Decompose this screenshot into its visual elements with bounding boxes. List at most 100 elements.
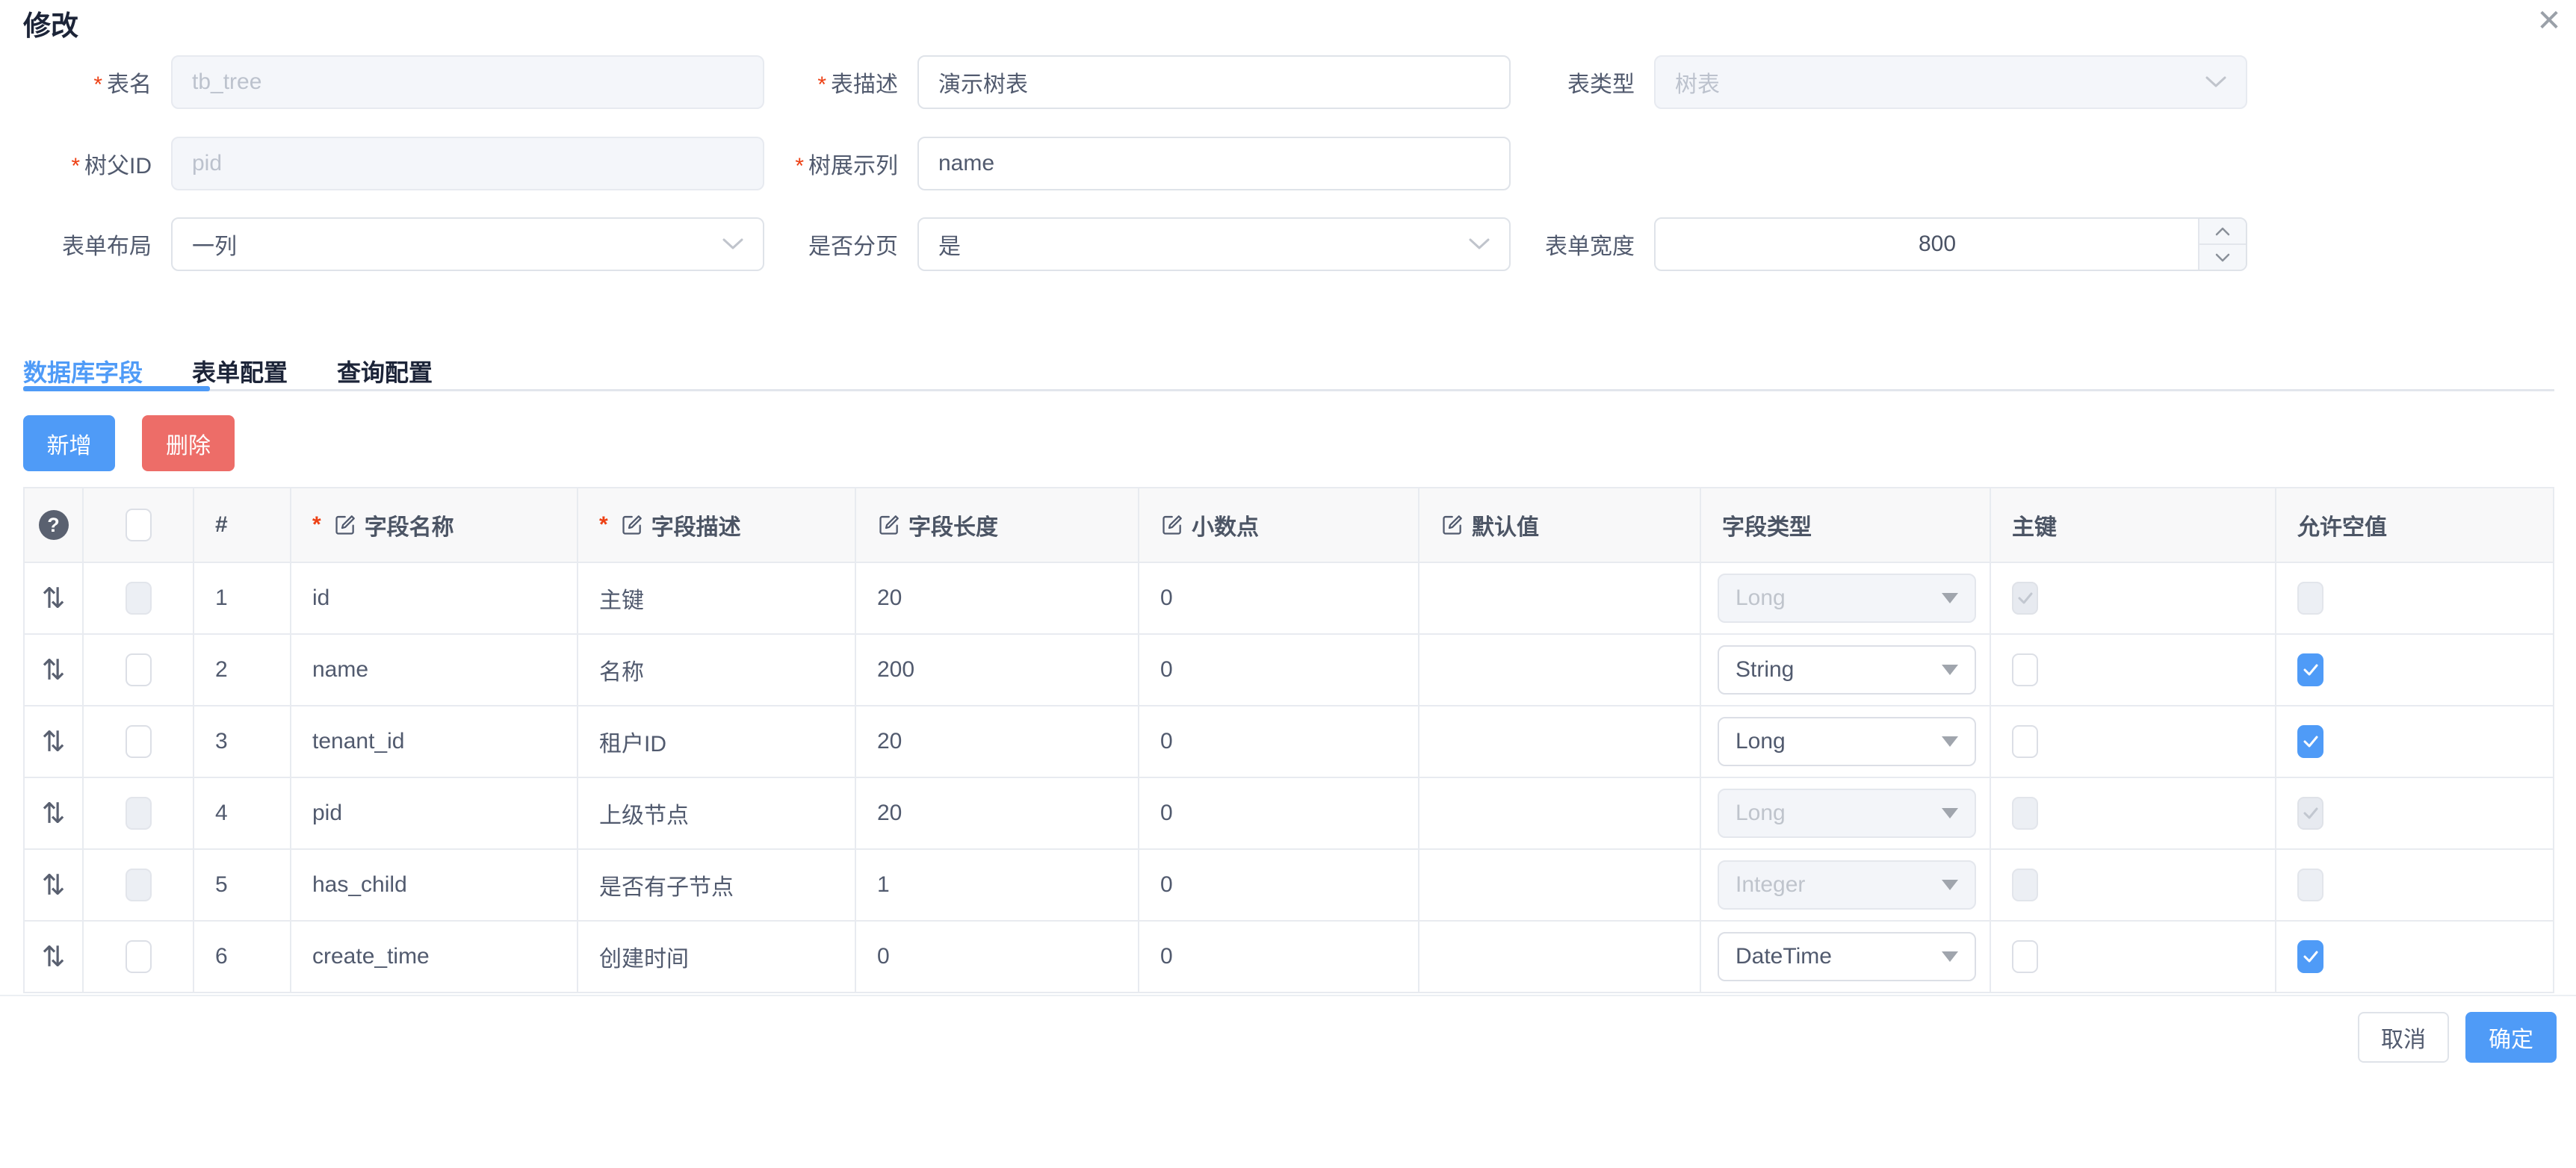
is-paged-select[interactable]: 是 [917,217,1511,271]
primary-key-checkbox [2012,797,2038,830]
cell-decimal-point[interactable]: 0 [1139,922,1419,992]
tab-form-config[interactable]: 表单配置 [192,354,288,388]
tab-database-fields[interactable]: 数据库字段 [23,354,143,388]
row-select-checkbox[interactable] [126,653,152,686]
dialog-title: 修改 [23,3,78,43]
allow-null-checkbox[interactable] [2297,725,2323,758]
required-asterisk: * [795,154,804,178]
cell-decimal-point[interactable]: 0 [1139,778,1419,848]
row-select-checkbox[interactable] [126,940,152,973]
cell-decimal-point[interactable]: 0 [1139,706,1419,777]
cell-field-name[interactable]: id [291,563,578,633]
cell-field-name[interactable]: has_child [291,850,578,920]
delete-button[interactable]: 删除 [142,415,235,471]
tab-bar: 数据库字段 表单配置 查询配置 [23,354,433,388]
tree-parent-label: *树父ID [23,147,152,180]
form-width-label: 表单宽度 [1502,228,1635,261]
table-desc-input[interactable] [917,55,1511,109]
active-tab-indicator [23,386,210,391]
field-type-select[interactable]: String [1718,645,1976,695]
field-type-value: Long [1736,585,1786,611]
cell-default-value[interactable] [1419,706,1701,777]
drag-sort-icon[interactable]: ⇅ [42,582,66,615]
primary-key-checkbox[interactable] [2012,653,2038,686]
tree-display-label: *树展示列 [765,147,898,180]
select-all-checkbox[interactable] [126,509,152,541]
add-button[interactable]: 新增 [23,415,115,471]
drag-sort-icon[interactable]: ⇅ [42,869,66,901]
chevron-down-icon [2205,76,2226,88]
cell-decimal-point[interactable]: 0 [1139,635,1419,705]
tree-display-input[interactable] [917,137,1511,190]
close-icon[interactable]: ✕ [2528,0,2570,42]
allow-null-checkbox[interactable] [2297,653,2323,686]
cell-field-desc[interactable]: 上级节点 [578,778,856,848]
stepper-down-button[interactable] [2199,245,2246,270]
cell-field-name[interactable]: name [291,635,578,705]
row-select-checkbox [126,797,152,830]
table-name-input [171,55,764,109]
cell-default-value[interactable] [1419,563,1701,633]
cell-default-value[interactable] [1419,635,1701,705]
cell-field-name[interactable]: create_time [291,922,578,992]
drag-sort-icon[interactable]: ⇅ [42,940,66,973]
table-desc-input-field[interactable] [938,69,1490,95]
row-index: 2 [194,635,291,705]
allow-null-checkbox[interactable] [2297,940,2323,973]
required-asterisk: * [93,72,102,97]
cell-field-desc[interactable]: 名称 [578,635,856,705]
field-type-value: String [1736,657,1794,683]
primary-key-checkbox[interactable] [2012,725,2038,758]
drag-sort-icon[interactable]: ⇅ [42,797,66,830]
cell-decimal-point[interactable]: 0 [1139,563,1419,633]
tree-parent-input [171,137,764,190]
dropdown-arrow-icon [1942,665,1958,675]
cell-field-desc[interactable]: 主键 [578,563,856,633]
table-desc-label: *表描述 [765,66,898,99]
form-item-tree-parent: *树父ID [23,137,764,190]
primary-key-checkbox [2012,582,2038,615]
form-item-is-paged: 是否分页 是 [765,217,1511,271]
cell-field-desc[interactable]: 租户ID [578,706,856,777]
cancel-button[interactable]: 取消 [2358,1012,2449,1063]
chevron-up-icon [2215,227,2230,236]
is-paged-label: 是否分页 [765,228,898,261]
edit-icon [620,513,644,537]
form-width-value[interactable]: 800 [1675,232,2246,257]
cell-field-length[interactable]: 200 [856,635,1139,705]
table-name-input-field [192,69,743,95]
tab-query-config[interactable]: 查询配置 [337,354,433,388]
tab-bar-divider [23,389,2554,391]
form-layout-select[interactable]: 一列 [171,217,764,271]
cell-field-name[interactable]: pid [291,778,578,848]
table-row: ⇅ 6 create_time 创建时间 0 0 DateTime [25,922,2553,993]
allow-null-checkbox [2297,797,2323,830]
drag-sort-icon[interactable]: ⇅ [42,725,66,758]
cell-field-length[interactable]: 20 [856,706,1139,777]
field-type-select[interactable]: Long [1718,717,1976,766]
form-width-number-input[interactable]: 800 [1654,217,2247,271]
quantity-stepper [2198,219,2246,270]
row-select-checkbox[interactable] [126,725,152,758]
cell-default-value[interactable] [1419,922,1701,992]
cell-field-name[interactable]: tenant_id [291,706,578,777]
cell-field-desc[interactable]: 创建时间 [578,922,856,992]
row-index: 5 [194,850,291,920]
dropdown-arrow-icon [1942,951,1958,962]
cell-default-value[interactable] [1419,850,1701,920]
cell-field-length[interactable]: 0 [856,922,1139,992]
cell-field-desc[interactable]: 是否有子节点 [578,850,856,920]
cell-default-value[interactable] [1419,778,1701,848]
confirm-button[interactable]: 确定 [2465,1012,2557,1063]
cell-field-length[interactable]: 1 [856,850,1139,920]
cell-field-length[interactable]: 20 [856,778,1139,848]
drag-sort-icon[interactable]: ⇅ [42,653,66,686]
cell-decimal-point[interactable]: 0 [1139,850,1419,920]
primary-key-checkbox[interactable] [2012,940,2038,973]
cell-field-length[interactable]: 20 [856,563,1139,633]
chevron-down-icon [1469,238,1490,250]
stepper-up-button[interactable] [2199,219,2246,245]
field-type-select: Integer [1718,860,1976,910]
tree-display-input-field[interactable] [938,151,1490,176]
field-type-select[interactable]: DateTime [1718,932,1976,981]
